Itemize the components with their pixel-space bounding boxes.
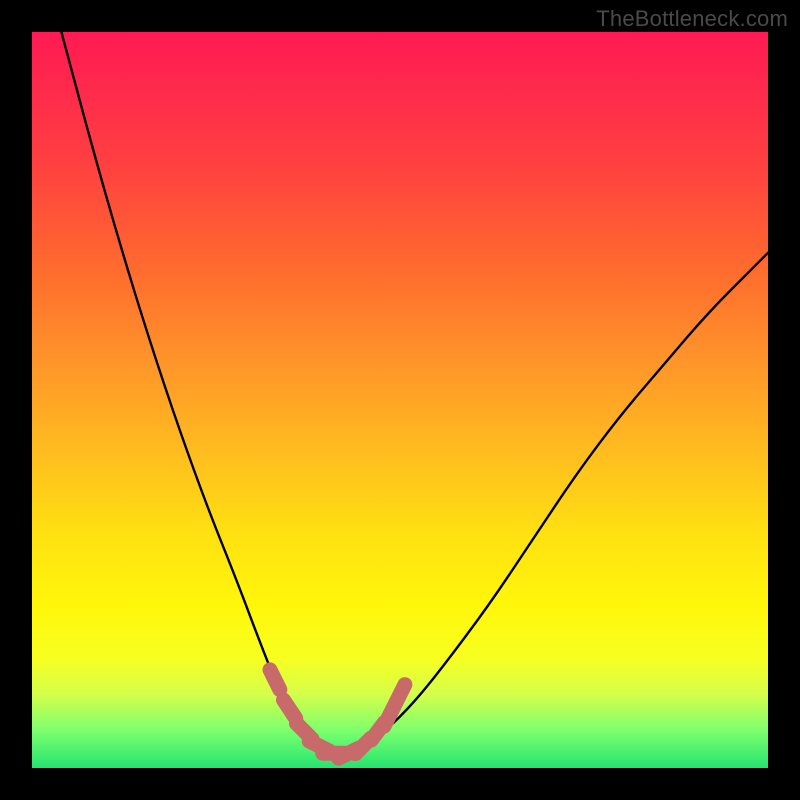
highlight-marker xyxy=(284,700,296,718)
highlight-marker xyxy=(270,670,280,690)
curve-layer xyxy=(32,32,768,768)
highlight-marker xyxy=(395,685,405,705)
bottleneck-curve xyxy=(61,32,768,753)
watermark-text: TheBottleneck.com xyxy=(596,6,788,32)
chart-frame: TheBottleneck.com xyxy=(0,0,800,800)
plot-area xyxy=(32,32,768,768)
highlight-markers xyxy=(270,670,405,758)
